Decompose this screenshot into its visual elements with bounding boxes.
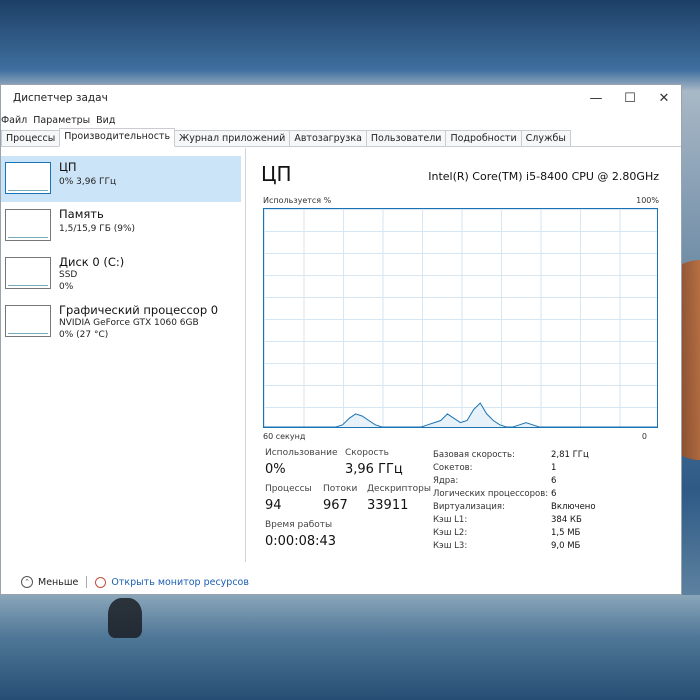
footer-bar: ⌃ Меньше Открыть монитор ресурсов: [1, 570, 681, 594]
chevron-up-icon[interactable]: ⌃: [21, 576, 33, 588]
handles-value: 33911: [367, 498, 409, 513]
sidebar-item-detail: 0%: [59, 282, 74, 292]
processes-value: 94: [265, 498, 282, 513]
resource-monitor-icon[interactable]: [95, 576, 107, 588]
spec-value: 384 КБ: [551, 515, 582, 525]
spec-value: 6: [551, 476, 557, 486]
cpu-usage-plot: [264, 402, 657, 427]
tab-performance[interactable]: Производительность: [59, 128, 176, 147]
tab-services[interactable]: Службы: [520, 130, 571, 146]
spec-label: Логических процессоров:: [433, 489, 549, 499]
tab-bar: Процессы Производительность Журнал прило…: [1, 128, 681, 147]
speed-value: 3,96 ГГц: [345, 462, 403, 477]
spec-label: Виртуализация:: [433, 502, 505, 512]
cpu-detail-panel: ЦП Intel(R) Core(TM) i5-8400 CPU @ 2.80G…: [259, 162, 669, 562]
spec-value: 6: [551, 489, 557, 499]
spec-value: Включено: [551, 502, 596, 512]
sidebar-item-detail: 0% 3,96 ГГц: [59, 177, 117, 187]
sidebar-item-label: ЦП: [59, 160, 77, 174]
background-figure: [108, 598, 142, 638]
tab-startup[interactable]: Автозагрузка: [289, 130, 367, 146]
menu-bar: Файл Параметры Вид: [1, 111, 681, 129]
sidebar-item-detail: 0% (27 °C): [59, 330, 109, 340]
spec-label: Кэш L3:: [433, 541, 468, 551]
resource-sidebar: ЦП 0% 3,96 ГГц Память 1,5/15,9 ГБ (9%) Д…: [1, 156, 241, 570]
spec-value: 2,81 ГГц: [551, 450, 589, 460]
sidebar-item-memory[interactable]: Память 1,5/15,9 ГБ (9%): [1, 203, 241, 249]
sidebar-item-gpu[interactable]: Графический процессор 0 NVIDIA GeForce G…: [1, 299, 241, 345]
threads-label: Потоки: [323, 484, 358, 494]
spec-label: Сокетов:: [433, 463, 473, 473]
tab-details[interactable]: Подробности: [445, 130, 522, 146]
spec-value: 1,5 МБ: [551, 528, 581, 538]
graph-x-left-label: 60 секунд: [263, 432, 306, 441]
usage-value: 0%: [265, 462, 286, 477]
graph-y-label: Используется %: [263, 196, 332, 205]
menu-view[interactable]: Вид: [96, 115, 121, 126]
uptime-label: Время работы: [265, 520, 333, 530]
sidebar-item-cpu[interactable]: ЦП 0% 3,96 ГГц: [1, 156, 241, 202]
sidebar-item-label: Диск 0 (C:): [59, 255, 125, 269]
task-manager-window: Диспетчер задач — ☐ ✕ Файл Параметры Вид…: [0, 84, 682, 595]
graph-y-max-label: 100%: [636, 196, 659, 205]
spec-label: Базовая скорость:: [433, 450, 515, 460]
footer-separator: [86, 576, 88, 588]
panel-divider[interactable]: [245, 148, 246, 562]
maximize-button[interactable]: ☐: [613, 85, 647, 111]
uptime-value: 0:00:08:43: [265, 534, 337, 549]
sidebar-item-detail: NVIDIA GeForce GTX 1060 6GB: [59, 318, 199, 328]
page-title: ЦП: [261, 162, 292, 186]
spec-label: Ядра:: [433, 476, 459, 486]
menu-options[interactable]: Параметры: [33, 115, 96, 126]
sidebar-item-label: Графический процессор 0: [59, 303, 219, 317]
background-reflection: [0, 595, 700, 700]
handles-label: Дескрипторы: [367, 484, 431, 494]
spec-value: 9,0 МБ: [551, 541, 581, 551]
cpu-usage-graph: [263, 208, 658, 428]
cpu-usage-area: [264, 403, 657, 427]
close-button[interactable]: ✕: [647, 85, 681, 111]
tab-users[interactable]: Пользователи: [365, 130, 447, 146]
minimize-button[interactable]: —: [579, 85, 613, 111]
tab-processes[interactable]: Процессы: [1, 130, 61, 146]
title-bar[interactable]: Диспетчер задач — ☐ ✕: [1, 85, 681, 111]
spec-value: 1: [551, 463, 557, 473]
usage-label: Использование: [265, 448, 338, 458]
spec-label: Кэш L2:: [433, 528, 468, 538]
graph-x-right-label: 0: [641, 432, 647, 441]
processes-label: Процессы: [265, 484, 312, 494]
open-resource-monitor-link[interactable]: Открыть монитор ресурсов: [111, 577, 249, 588]
speed-label: Скорость: [345, 448, 389, 458]
tab-app-history[interactable]: Журнал приложений: [174, 130, 291, 146]
fewer-details-button[interactable]: Меньше: [38, 577, 78, 588]
sidebar-item-detail: SSD: [59, 270, 78, 280]
memory-thumbnail-graph: [5, 209, 51, 241]
disk-thumbnail-graph: [5, 257, 51, 289]
sidebar-item-detail: 1,5/15,9 ГБ (9%): [59, 224, 136, 234]
window-title: Диспетчер задач: [13, 92, 108, 104]
cpu-model-name: Intel(R) Core(TM) i5-8400 CPU @ 2.80GHz: [428, 170, 659, 183]
cpu-thumbnail-graph: [5, 162, 51, 194]
threads-value: 967: [323, 498, 348, 513]
sidebar-item-disk[interactable]: Диск 0 (C:) SSD 0%: [1, 251, 241, 297]
gpu-thumbnail-graph: [5, 305, 51, 337]
spec-label: Кэш L1:: [433, 515, 468, 525]
performance-content: ЦП 0% 3,96 ГГц Память 1,5/15,9 ГБ (9%) Д…: [1, 148, 681, 570]
sidebar-item-label: Память: [59, 207, 104, 221]
menu-file[interactable]: Файл: [1, 115, 33, 126]
